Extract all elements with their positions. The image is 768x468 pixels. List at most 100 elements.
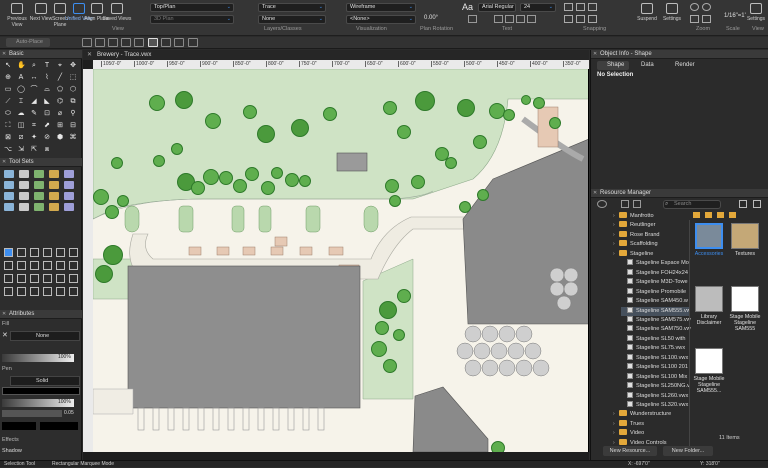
resource-folder-item[interactable]: › Scaffolding — [613, 240, 687, 249]
tab-data[interactable]: Data — [631, 61, 659, 70]
new-resource-button[interactable]: New Resource... — [603, 446, 657, 456]
justify-icon[interactable] — [527, 15, 536, 23]
zoom-selection-icon[interactable] — [702, 15, 711, 23]
mode-icon-5[interactable] — [134, 38, 144, 47]
resource-symbol-item[interactable]: Stageline SL100 Mix — [621, 372, 695, 382]
basic-tool-icon[interactable]: ✥ — [69, 62, 77, 70]
tool-set-icon[interactable] — [19, 170, 29, 178]
basic-tool-icon[interactable]: ╱ — [56, 74, 64, 82]
3d-view-select[interactable]: 3D Plan ⌄ — [150, 15, 234, 24]
basic-tool-icon[interactable]: ⌇ — [43, 74, 51, 82]
auto-place-button[interactable]: Auto-Place — [6, 38, 50, 47]
basic-tool-icon[interactable]: ⌓ — [43, 86, 51, 94]
basic-tool-icon[interactable]: ↔ — [30, 74, 38, 82]
basic-tool-icon[interactable]: ⊟ — [69, 122, 77, 130]
line-weight-slider[interactable] — [2, 410, 62, 417]
basic-tool-icon[interactable]: ⟋ — [4, 98, 12, 106]
basic-tool-icon[interactable]: ☁ — [17, 110, 25, 118]
tool-item-icon[interactable] — [30, 287, 39, 296]
tool-item-icon[interactable] — [43, 287, 52, 296]
basic-tool-icon[interactable]: ⌕ — [30, 62, 38, 70]
tool-item-icon[interactable] — [17, 248, 26, 257]
tool-item-icon[interactable] — [30, 261, 39, 270]
search-input[interactable]: Search — [663, 200, 721, 209]
rectangular-marquee-icon[interactable] — [148, 38, 158, 47]
basic-tool-icon[interactable]: ⊕ — [4, 74, 12, 82]
basic-tool-icon[interactable]: A — [17, 74, 25, 82]
snap-grid-icon[interactable] — [564, 3, 573, 11]
tool-item-icon[interactable] — [43, 248, 52, 257]
scale-value[interactable]: 1/16"=1' — [724, 13, 746, 19]
basic-tool-icon[interactable]: ↖ — [4, 62, 12, 70]
align-center-icon[interactable] — [505, 15, 514, 23]
close-document-icon[interactable]: ✕ — [87, 51, 92, 58]
tool-item-icon[interactable] — [69, 261, 78, 270]
line-marker-swatch[interactable] — [40, 422, 78, 430]
resource-stage-mobile-2[interactable]: Stage Mobile Stageline SAM555... — [692, 348, 726, 394]
new-folder-button[interactable]: New Folder... — [663, 446, 713, 456]
pen-style-select[interactable]: Solid — [10, 376, 80, 386]
basic-tool-icon[interactable]: ⬡ — [69, 86, 77, 94]
tool-item-icon[interactable] — [17, 274, 26, 283]
tool-item-icon[interactable] — [56, 261, 65, 270]
resource-stage-mobile-1[interactable]: Stage Mobile Stageline SAM555 — [728, 286, 762, 332]
tool-set-icon[interactable] — [49, 170, 59, 178]
tool-set-icon[interactable] — [34, 192, 44, 200]
bold-icon[interactable] — [468, 15, 477, 23]
tool-item-icon[interactable] — [69, 287, 78, 296]
basic-tool-icon[interactable]: ⊡ — [43, 110, 51, 118]
pen-color-swatch[interactable] — [2, 387, 80, 395]
basic-tool-icon[interactable]: ⌀ — [56, 110, 64, 118]
resource-symbol-item[interactable]: Stageline SL100 201 — [621, 363, 695, 372]
tool-item-icon[interactable] — [4, 287, 13, 296]
tool-set-icon[interactable] — [49, 181, 59, 189]
basic-tool-icon[interactable]: ⛶ — [4, 122, 12, 130]
tool-set-icon[interactable] — [4, 181, 14, 189]
basic-tool-icon[interactable]: ⌥ — [4, 146, 12, 154]
resource-folder-item[interactable]: › Video — [613, 429, 687, 438]
render-mode-select[interactable]: Wireframe ⌄ — [346, 3, 416, 12]
tool-item-icon[interactable] — [4, 248, 13, 257]
rotate-mode-icon[interactable] — [95, 38, 105, 47]
tool-set-icon[interactable] — [19, 203, 29, 211]
tool-set-icon[interactable] — [34, 203, 44, 211]
tool-item-icon[interactable] — [43, 274, 52, 283]
basic-tool-icon[interactable]: ⌖ — [56, 62, 64, 70]
tool-set-icon[interactable] — [19, 181, 29, 189]
resource-library-disclaimer[interactable]: Library Disclaimer — [692, 286, 726, 326]
resource-symbol-item[interactable]: Stageline SAM555.vw — [621, 306, 689, 316]
tool-set-icon[interactable] — [34, 170, 44, 178]
shadow-toggle[interactable]: Shadow — [2, 448, 22, 454]
zoom-out-icon[interactable] — [702, 3, 711, 11]
tool-set-icon[interactable] — [64, 203, 74, 211]
basic-tool-icon[interactable]: ⬈ — [43, 122, 51, 130]
line-weight-value[interactable]: 0.05 — [64, 410, 74, 416]
resource-symbol-item[interactable]: Stageline SL75.vwx — [621, 344, 695, 353]
snap-object-icon[interactable] — [576, 3, 585, 11]
lasso-marquee-icon[interactable] — [161, 38, 171, 47]
resource-folder-item[interactable]: › Manfrotto — [613, 212, 687, 221]
resource-symbol-item[interactable]: Stageline SAM750.vw — [621, 325, 695, 334]
tool-item-icon[interactable] — [17, 287, 26, 296]
polygon-marquee-icon[interactable] — [174, 38, 184, 47]
resource-accessories[interactable]: Accessories — [692, 223, 726, 257]
tool-item-icon[interactable] — [30, 248, 39, 257]
tool-set-icon[interactable] — [19, 192, 29, 200]
resource-folder-item[interactable]: › Reutlinger — [613, 221, 687, 230]
basic-tool-icon[interactable]: ⬠ — [56, 86, 64, 94]
basic-tool-icon[interactable]: ◢ — [30, 98, 38, 106]
resource-symbol-item[interactable]: Stageline Espace Mo — [621, 259, 695, 268]
zoom-in-icon[interactable] — [690, 3, 699, 11]
resource-symbol-item[interactable]: Stageline SL50 with — [621, 334, 695, 344]
selection-mode-icon[interactable] — [82, 38, 92, 47]
font-select[interactable]: Arial Regular — [478, 3, 516, 12]
basic-tool-icon[interactable]: ⬚ — [69, 74, 77, 82]
snap-angle-icon[interactable] — [588, 3, 597, 11]
document-tab[interactable]: Brewery - Trace.vwx — [83, 50, 589, 60]
layer-select[interactable]: Trace ⌄ — [258, 3, 326, 12]
basic-tool-icon[interactable]: ⬭ — [4, 110, 12, 118]
tool-item-icon[interactable] — [69, 274, 78, 283]
suspend-button[interactable]: Suspend — [634, 2, 660, 34]
basic-tool-icon[interactable]: ◯ — [17, 86, 25, 94]
line-type-swatch[interactable] — [2, 422, 36, 430]
